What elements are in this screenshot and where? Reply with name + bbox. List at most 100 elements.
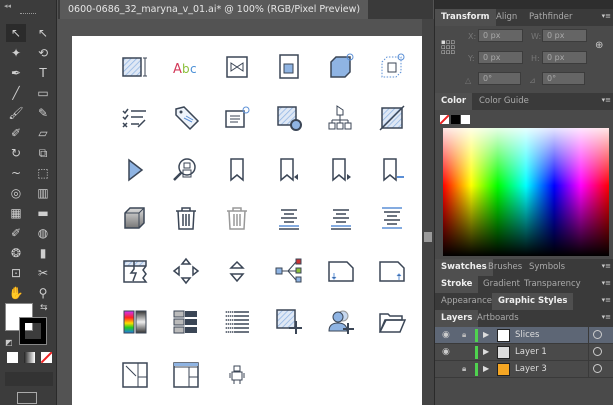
collapse-icon[interactable]: ◂◂ (4, 2, 11, 10)
panel-menu-icon[interactable]: ▾≡ (602, 12, 611, 20)
cube-gradient-icon[interactable] (120, 203, 150, 233)
tab-graphic-styles[interactable]: Graphic Styles (492, 293, 574, 310)
vertical-arrows-icon[interactable] (222, 256, 252, 286)
tool-type-icon[interactable]: T (33, 64, 53, 82)
cube-dotted-gear-icon[interactable] (377, 52, 407, 82)
lock-icon[interactable]: 🔒︎ (462, 330, 466, 340)
tool-free-transform-icon[interactable]: ⬚ (33, 164, 53, 182)
layer-name[interactable]: Layer 3 (515, 364, 547, 374)
tool-artboard-icon[interactable]: ⊡ (6, 264, 26, 282)
checklist-edit-icon[interactable] (120, 103, 150, 133)
tab-transform[interactable]: Transform (435, 9, 496, 26)
tab-symbols[interactable]: Symbols (523, 259, 571, 276)
y-field[interactable]: 0 px (478, 51, 523, 64)
bowtie-icon[interactable] (222, 52, 252, 82)
tool-paintbrush-icon[interactable]: 🖌 (6, 104, 26, 122)
layer-row[interactable]: ◉ ▶ Layer 1 (435, 344, 613, 361)
target-circle-icon[interactable] (593, 347, 602, 356)
tool-eyedropper-icon[interactable]: ✐ (6, 224, 26, 242)
tool-symbol-sprayer-icon[interactable]: ❂ (6, 244, 26, 262)
tool-shape-builder-icon[interactable]: ◎ (6, 184, 26, 202)
tab-pathfinder[interactable]: Pathfinder (523, 9, 579, 26)
screen-mode-icon[interactable] (17, 392, 37, 404)
lock-icon[interactable]: 🔒︎ (462, 364, 466, 374)
text-lines-icon[interactable] (222, 307, 252, 337)
layout-frame-icon[interactable] (171, 360, 201, 390)
tool-perspective-grid-icon[interactable]: ▥ (33, 184, 53, 202)
layer-name[interactable]: Layer 1 (515, 347, 547, 357)
tool-eraser-icon[interactable]: ▱ (33, 124, 53, 142)
tab-align[interactable]: Align (490, 9, 523, 26)
none-swatch[interactable] (440, 115, 449, 124)
stroke-swatch[interactable] (19, 317, 47, 345)
align-center-top-blue-icon[interactable] (377, 203, 407, 233)
cube-book-icon[interactable] (274, 52, 304, 82)
tool-warp-icon[interactable]: ~ (6, 164, 26, 182)
tool-rectangle-icon[interactable]: ▭ (33, 84, 53, 102)
tool-column-graph-icon[interactable]: ▮ (33, 244, 53, 262)
move-arrows-icon[interactable] (171, 256, 201, 286)
users-add-icon[interactable] (326, 307, 356, 337)
table-grid-icon[interactable] (171, 307, 201, 337)
tool-line-segment-icon[interactable]: ╱ (6, 84, 26, 102)
bookmark-icon[interactable] (222, 155, 252, 185)
tab-stroke[interactable]: Stroke (435, 276, 479, 293)
h-field[interactable]: 0 px (542, 51, 587, 64)
tool-magic-wand-icon[interactable]: ✦ (6, 44, 26, 62)
broken-frame-icon[interactable] (120, 256, 150, 286)
white-swatch[interactable] (461, 115, 470, 124)
tool-selection-icon[interactable]: ↖ (6, 24, 26, 42)
drawing-modes[interactable] (5, 372, 53, 386)
trash-gray-icon[interactable] (222, 203, 252, 233)
tab-brushes[interactable]: Brushes (482, 259, 528, 276)
eye-icon[interactable]: ◉ (442, 330, 450, 340)
panel-menu-icon[interactable]: ▾≡ (602, 96, 611, 104)
tool-rotate-icon[interactable]: ↻ (6, 144, 26, 162)
ruler-hatch-icon[interactable] (120, 52, 150, 82)
tab-color[interactable]: Color (435, 93, 473, 110)
color-gradient-bars-icon[interactable] (120, 307, 150, 337)
panel-menu-icon[interactable]: ▾≡ (602, 313, 611, 321)
tag-hierarchy-icon[interactable] (326, 103, 356, 133)
panel-menu-icon[interactable]: ▾≡ (602, 262, 611, 270)
page-up-icon[interactable] (377, 256, 407, 286)
tool-lasso-icon[interactable]: ⟲ (33, 44, 53, 62)
hatch-gear-icon[interactable] (274, 103, 304, 133)
search-robot-icon[interactable] (171, 155, 201, 185)
hatch-slash-icon[interactable] (377, 103, 407, 133)
hatch-add-icon[interactable] (274, 307, 304, 337)
robot-icon[interactable] (222, 360, 252, 390)
black-swatch[interactable] (451, 115, 460, 124)
expand-triangle-icon[interactable]: ▶ (483, 330, 489, 339)
tool-pencil-icon[interactable]: ✎ (33, 104, 53, 122)
tool-slice-icon[interactable]: ✂ (33, 264, 53, 282)
tool-gradient-icon[interactable]: ▬ (33, 204, 53, 222)
document-gear-icon[interactable] (222, 103, 252, 133)
color-spectrum[interactable] (443, 128, 609, 256)
shear-field[interactable]: 0° (542, 72, 585, 85)
branch-nodes-icon[interactable] (274, 256, 304, 286)
scrollbar-thumb[interactable] (424, 232, 432, 242)
x-field[interactable]: 0 px (478, 29, 523, 42)
align-center-bottom-icon[interactable] (274, 203, 304, 233)
vertical-scrollbar[interactable] (422, 19, 434, 405)
target-circle-icon[interactable] (593, 364, 602, 373)
layer-row[interactable]: ◉ 🔒︎ ▶ Slices (435, 327, 613, 344)
bookmark-right-icon[interactable] (326, 155, 356, 185)
constrain-link-icon[interactable]: ⊕ (595, 40, 603, 51)
tool-blend-icon[interactable]: ◍ (33, 224, 53, 242)
default-colors-icon[interactable]: ◩ (5, 338, 13, 347)
tool-pen-icon[interactable]: ✒ (6, 64, 26, 82)
frame-resize-icon[interactable] (120, 360, 150, 390)
expand-triangle-icon[interactable]: ▶ (483, 364, 489, 373)
target-circle-icon[interactable] (593, 330, 602, 339)
page-down-icon[interactable] (326, 256, 356, 286)
bookmark-left-icon[interactable] (274, 155, 304, 185)
rotate-field[interactable]: 0° (478, 72, 521, 85)
tag-icon[interactable] (171, 103, 201, 133)
abc-text-icon[interactable]: Abc (171, 52, 201, 82)
gradient-mode-button[interactable] (24, 352, 35, 363)
cube-gear-icon[interactable] (326, 52, 356, 82)
tool-hand-icon[interactable]: ✋ (6, 284, 26, 302)
color-mode-button[interactable] (7, 352, 18, 363)
